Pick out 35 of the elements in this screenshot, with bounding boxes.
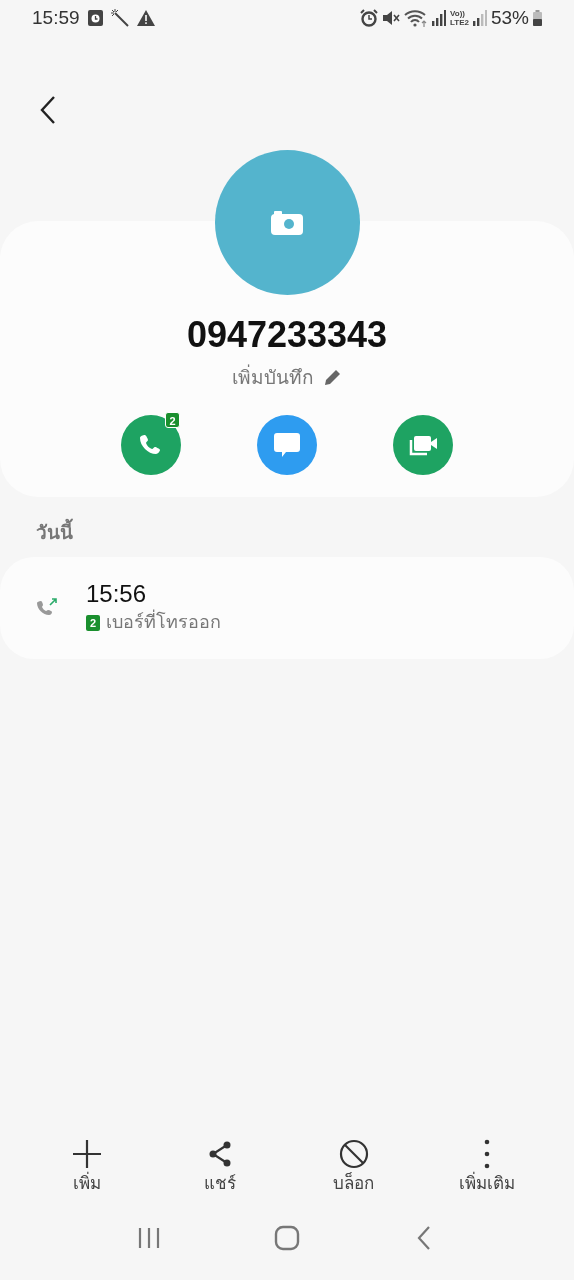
- magic-wand-icon: [110, 9, 129, 27]
- warning-icon: [136, 10, 155, 26]
- sim-badge: 2: [86, 614, 100, 631]
- network-label: Vo)): [450, 9, 466, 18]
- signal-icon: [432, 10, 446, 26]
- add-note-button[interactable]: เพิ่มบันทึก: [232, 364, 342, 393]
- back-icon: [40, 96, 56, 124]
- mute-icon: [382, 9, 400, 27]
- home-icon[interactable]: [274, 1225, 300, 1251]
- section-heading: วันนี้: [36, 518, 574, 548]
- more-icon: [484, 1138, 491, 1169]
- call-type: เบอร์ที่โทรออก: [106, 609, 221, 637]
- call-button[interactable]: 2: [121, 414, 181, 475]
- sim-badge: 2: [165, 411, 180, 428]
- phone-number: 0947233343: [185, 313, 389, 357]
- video-camera-icon: [409, 433, 437, 456]
- battery-percent: 53%: [490, 5, 529, 30]
- block-icon: [338, 1138, 369, 1169]
- call-time: 15:56: [86, 580, 148, 609]
- alarm-icon: [360, 9, 378, 27]
- camera-icon: [271, 210, 303, 235]
- calendar-clock-icon: [87, 10, 103, 26]
- status-time: 15:59: [32, 5, 80, 30]
- recent-apps-icon[interactable]: [136, 1226, 161, 1250]
- plus-icon: [71, 1138, 102, 1169]
- signal-icon: [472, 10, 487, 26]
- network-label: LTE2: [450, 18, 469, 27]
- battery-icon: [533, 10, 542, 26]
- more-button[interactable]: เพิ่มเติม: [420, 1138, 554, 1196]
- wifi-icon: [404, 9, 428, 27]
- block-button[interactable]: บล็อก: [287, 1138, 421, 1196]
- chat-bubble-icon: [274, 432, 300, 457]
- add-button[interactable]: เพิ่ม: [20, 1138, 154, 1196]
- share-button[interactable]: แชร์: [153, 1138, 287, 1196]
- call-log-item[interactable]: 15:56 2 เบอร์ที่โทรออก: [0, 557, 574, 660]
